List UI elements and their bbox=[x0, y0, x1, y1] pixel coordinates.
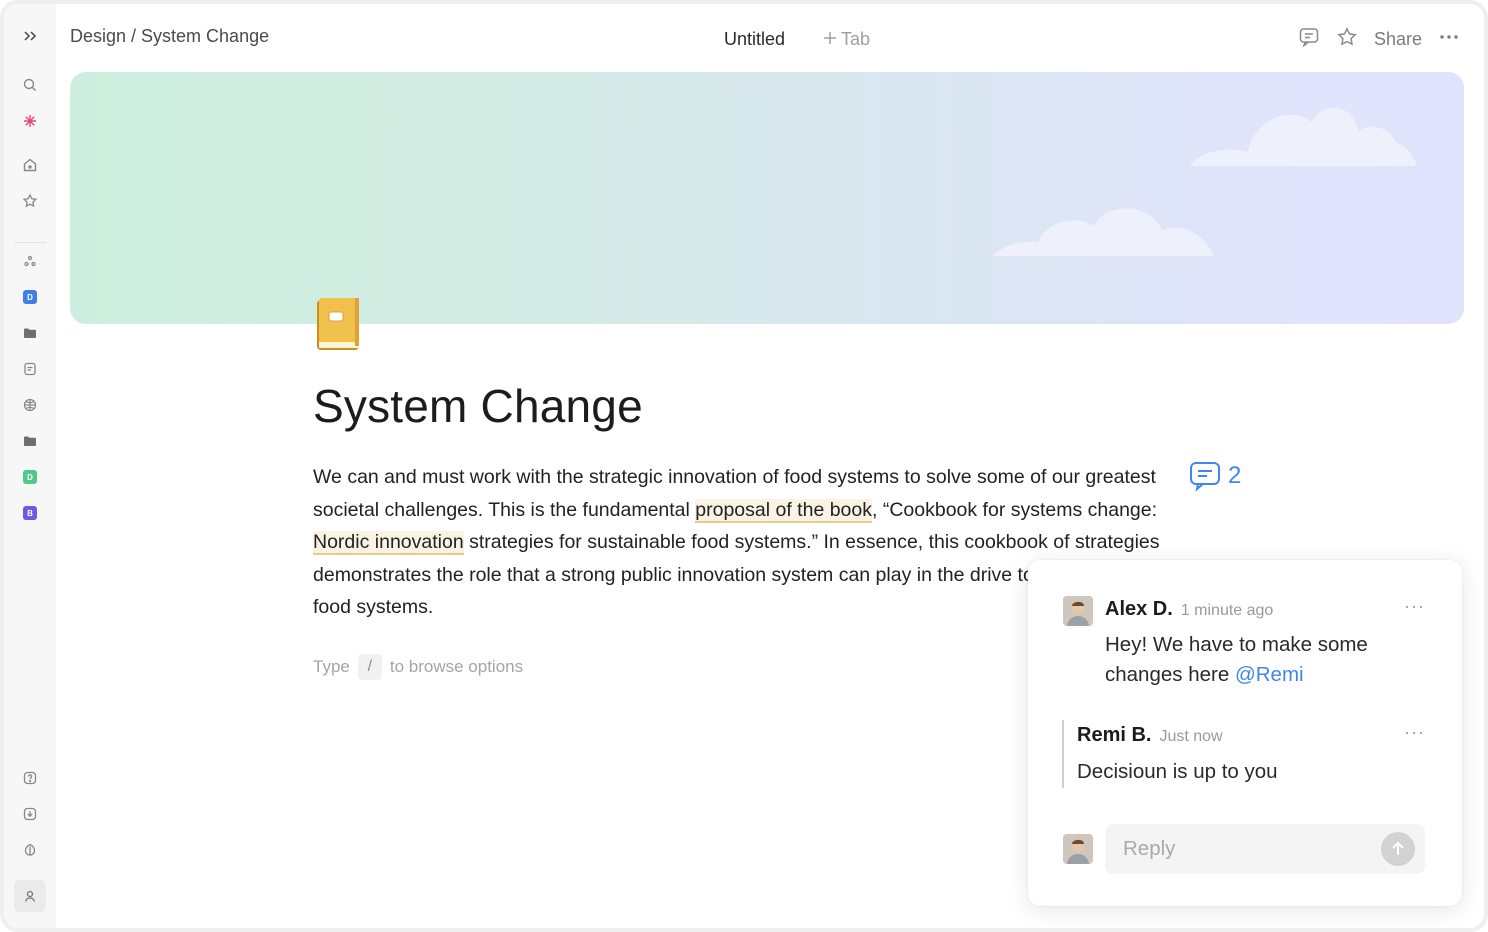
expand-sidebar-icon[interactable] bbox=[16, 22, 44, 50]
arrow-up-icon bbox=[1392, 841, 1404, 855]
comment-more-icon[interactable]: ··· bbox=[1404, 722, 1425, 743]
commented-highlight[interactable]: proposal of the book bbox=[695, 498, 872, 523]
leaf-icon[interactable] bbox=[16, 836, 44, 864]
hint-text-after: to browse options bbox=[389, 657, 524, 676]
cloud-icon bbox=[992, 208, 1214, 256]
slash-command-hint[interactable]: Type / to browse options bbox=[313, 654, 523, 680]
comment-count: 2 bbox=[1228, 462, 1242, 489]
space-d-blue[interactable]: D bbox=[16, 283, 44, 311]
avatar-alex bbox=[1063, 596, 1093, 626]
comment-body: Hey! We have to make some changes here @… bbox=[1105, 630, 1405, 690]
cover-image[interactable] bbox=[70, 72, 1464, 324]
send-button[interactable] bbox=[1381, 832, 1415, 866]
letter-badge: B bbox=[23, 506, 37, 520]
more-options-icon[interactable] bbox=[1438, 26, 1460, 53]
add-tab-button[interactable]: Tab bbox=[823, 29, 870, 50]
page-icon-book[interactable] bbox=[315, 296, 363, 352]
ai-sparkle-icon[interactable] bbox=[16, 107, 44, 135]
plus-icon bbox=[823, 29, 837, 50]
comment-thread-popover: Alex D. 1 minute ago ··· Hey! We have to… bbox=[1028, 560, 1462, 906]
comment-header: Alex D. 1 minute ago bbox=[1105, 598, 1273, 621]
import-icon[interactable] bbox=[16, 800, 44, 828]
folder-icon[interactable] bbox=[16, 319, 44, 347]
profile-icon[interactable] bbox=[14, 880, 46, 912]
comment-count-indicator[interactable]: 2 bbox=[1188, 459, 1241, 493]
globe-grid-icon[interactable] bbox=[16, 391, 44, 419]
comment-time: Just now bbox=[1159, 728, 1223, 745]
avatar-current-user bbox=[1063, 834, 1093, 864]
page-title[interactable]: System Change bbox=[313, 379, 643, 433]
apps-dots-icon[interactable] bbox=[16, 247, 44, 275]
space-d-green[interactable]: D bbox=[16, 463, 44, 491]
comment-header: Remi B. Just now bbox=[1077, 724, 1223, 747]
letter-badge: D bbox=[23, 290, 37, 304]
comment-icon bbox=[1190, 462, 1220, 492]
tab-untitled[interactable]: Untitled bbox=[724, 29, 785, 50]
rail-divider bbox=[14, 242, 46, 243]
app-window: D D B Design / System Change Untitled Ta… bbox=[0, 0, 1488, 932]
search-icon[interactable] bbox=[16, 71, 44, 99]
commented-highlight[interactable]: Nordic innovation bbox=[313, 531, 464, 555]
folder-icon[interactable] bbox=[16, 427, 44, 455]
comment-more-icon[interactable]: ··· bbox=[1404, 596, 1425, 617]
yellow-book-icon bbox=[317, 298, 359, 350]
comments-icon[interactable] bbox=[1298, 26, 1320, 53]
share-button[interactable]: Share bbox=[1374, 29, 1422, 50]
add-tab-label: Tab bbox=[841, 29, 871, 49]
comment-body: Decisioun is up to you bbox=[1077, 760, 1278, 783]
home-icon[interactable] bbox=[16, 151, 44, 179]
slash-key: / bbox=[357, 654, 382, 680]
reply-placeholder: Reply bbox=[1123, 837, 1176, 860]
comment-author[interactable]: Remi B. bbox=[1077, 724, 1151, 747]
left-rail: D D B bbox=[4, 4, 56, 928]
thread-line bbox=[1062, 720, 1064, 788]
paragraph-text: , “Cookbook for systems change: bbox=[872, 498, 1158, 521]
mention-link[interactable]: @Remi bbox=[1235, 663, 1304, 686]
document-icon[interactable] bbox=[16, 355, 44, 383]
star-icon[interactable] bbox=[1336, 26, 1358, 53]
comment-author[interactable]: Alex D. bbox=[1105, 598, 1173, 621]
comment-time: 1 minute ago bbox=[1180, 602, 1274, 619]
cloud-icon bbox=[1190, 107, 1416, 166]
hint-text-before: Type bbox=[313, 657, 350, 676]
space-b-purple[interactable]: B bbox=[16, 499, 44, 527]
breadcrumb[interactable]: Design / System Change bbox=[70, 26, 269, 47]
favorites-star-icon[interactable] bbox=[16, 187, 44, 215]
reply-input[interactable]: Reply bbox=[1105, 824, 1425, 874]
help-icon[interactable] bbox=[16, 764, 44, 792]
letter-badge: D bbox=[23, 470, 37, 484]
top-actions: Share bbox=[1298, 26, 1460, 53]
